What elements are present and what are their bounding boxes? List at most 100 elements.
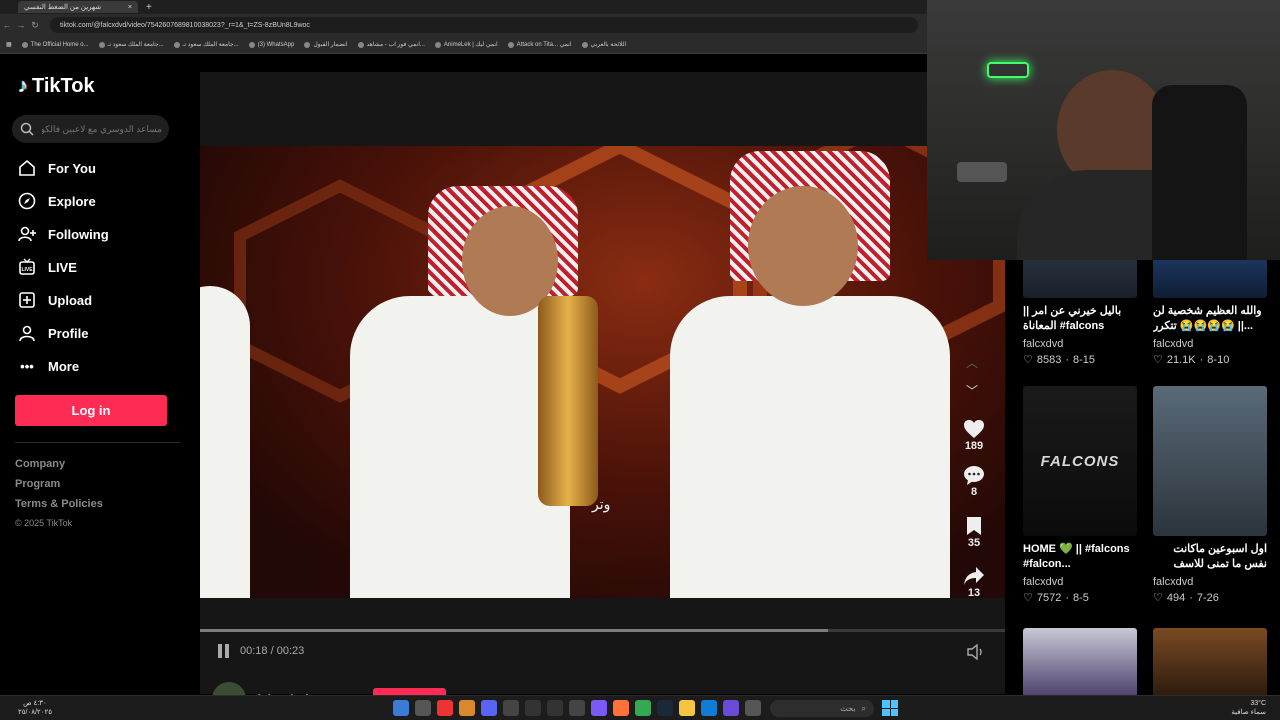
bookmark-favicon-icon	[304, 41, 311, 48]
search-icon: ⌕	[861, 703, 866, 713]
video-frame[interactable]: وتر	[200, 146, 1005, 598]
clock[interactable]: ٤:٣٠ ص ٢٥/٠٨/٢٠٢٥	[18, 699, 52, 717]
url-text: tiktok.com/@falcxdvd/video/7542607689810…	[60, 21, 310, 29]
edge-icon[interactable]	[701, 700, 717, 716]
app-icon[interactable]	[723, 700, 739, 716]
footer-link-terms[interactable]: Terms & Policies	[15, 498, 103, 510]
bookmark-item[interactable]: (3) WhatsApp	[248, 41, 295, 48]
reload-icon[interactable]: ↻	[28, 20, 42, 31]
nav-for-you[interactable]: For You	[18, 159, 96, 177]
bookmark-item[interactable]: جامعة الملك سعود تـ...	[98, 41, 164, 48]
app-icon[interactable]	[459, 700, 475, 716]
video-user[interactable]: falcxdvd	[1153, 338, 1267, 350]
video-date: 7-26	[1196, 591, 1219, 604]
svg-text:LIVE: LIVE	[21, 267, 33, 273]
pause-icon[interactable]	[216, 644, 230, 658]
video-user[interactable]: falcxdvd	[1023, 338, 1137, 350]
bookmark-label: (3) WhatsApp	[257, 41, 295, 48]
chevron-up-icon[interactable]: ︿	[966, 354, 978, 371]
windows-start-icon[interactable]	[882, 700, 898, 716]
nav-upload[interactable]: Upload	[18, 291, 92, 309]
progress-bar[interactable]	[200, 629, 1005, 632]
app-icon[interactable]	[591, 700, 607, 716]
apps-grid-icon[interactable]: ▦	[6, 41, 12, 48]
video-thumbnail[interactable]	[1153, 628, 1267, 698]
video-thumbnail[interactable]	[1023, 628, 1137, 698]
nav-profile[interactable]: Profile	[18, 324, 88, 342]
weather-widget[interactable]: 33°C سماء صافية	[1231, 699, 1266, 717]
bookmark-item[interactable]: Attack on Tita... انمي	[507, 41, 572, 48]
url-field[interactable]: tiktok.com/@falcxdvd/video/7542607689810…	[50, 17, 918, 33]
app-icon[interactable]	[525, 700, 541, 716]
chevron-down-icon[interactable]: ﹀	[966, 382, 978, 399]
video-card[interactable]: اول اسبوعين ماكانت نفس ما تمنى للاسف يار…	[1153, 386, 1267, 604]
video-user[interactable]: falcxdvd	[1153, 576, 1267, 588]
copilot-icon[interactable]	[393, 700, 409, 716]
address-bar: ← → ↻ tiktok.com/@falcxdvd/video/7542607…	[0, 14, 928, 36]
firefox-icon[interactable]	[613, 700, 629, 716]
save-button[interactable]: 35	[960, 515, 988, 549]
nav-live[interactable]: LIVE LIVE	[18, 258, 77, 276]
app-icon[interactable]	[503, 700, 519, 716]
video-card[interactable]	[1023, 628, 1137, 698]
back-icon[interactable]: ←	[0, 20, 14, 30]
bookmark-item[interactable]: انضمار القبول	[304, 41, 348, 48]
nav-following[interactable]: Following	[18, 225, 109, 243]
app-icon[interactable]	[547, 700, 563, 716]
share-button[interactable]: 13	[960, 565, 988, 599]
taskbar-search[interactable]: بحث ⌕	[770, 700, 874, 717]
folder-icon[interactable]	[679, 700, 695, 716]
comment-button[interactable]: 8	[960, 464, 988, 498]
share-count: 13	[967, 587, 981, 599]
face-right	[748, 186, 858, 306]
new-tab-icon[interactable]: +	[146, 2, 152, 13]
sidebar-divider	[15, 442, 180, 443]
video-card[interactable]	[1153, 628, 1267, 698]
video-title: والله العظيم شخصية لن تتكرر 😭😭😭😭 ||...	[1153, 305, 1262, 332]
stream-deck	[957, 162, 1007, 182]
browser-tab[interactable]: شهرين من الضغط النفسي ×	[18, 1, 138, 13]
video-date: 8-5	[1073, 591, 1089, 604]
heart-outline-icon: ♡	[1023, 592, 1033, 604]
bookmark-favicon-icon	[248, 41, 255, 48]
video-meta: ♡ 8583 · 8-15	[1023, 353, 1137, 367]
app-icon[interactable]	[415, 700, 431, 716]
footer-link-program[interactable]: Program	[15, 478, 60, 490]
bookmark-item[interactable]: جامعة الملك سعود تـ...	[173, 41, 239, 48]
video-card[interactable]: || باليل خيرني عن امر المعاناة #falcons …	[1023, 252, 1137, 366]
tiktok-logo[interactable]: ♪ TikTok	[18, 75, 95, 98]
video-thumbnail[interactable]: FALCONS	[1023, 386, 1137, 536]
person-left-edge	[200, 286, 250, 598]
bookmark-item[interactable]: اللائحة بالعربي	[581, 41, 626, 48]
footer-link-company[interactable]: Company	[15, 458, 65, 470]
like-button[interactable]: 189	[960, 418, 988, 452]
search-input[interactable]	[42, 124, 162, 134]
bookmark-favicon-icon	[581, 41, 588, 48]
video-card[interactable]: FALCONS HOME 💚 || #falcons #falcon... fa…	[1023, 386, 1137, 604]
bookmarks-bar: ▦ The Official Home o... جامعة الملك سعود…	[0, 36, 928, 54]
bookmark-item[interactable]: The Official Home o...	[21, 41, 89, 48]
app-icon[interactable]	[569, 700, 585, 716]
weather-temp: 33°C	[1250, 700, 1266, 707]
more-icon: •••	[20, 358, 34, 374]
video-thumbnail[interactable]	[1153, 386, 1267, 536]
bookmark-item[interactable]: AnimeLek | انمي ليك	[434, 41, 498, 48]
nav-explore[interactable]: Explore	[18, 192, 96, 210]
steam-icon[interactable]	[657, 700, 673, 716]
volume-icon[interactable]	[967, 643, 985, 665]
nav-more[interactable]: ••• More	[18, 357, 79, 375]
login-button[interactable]: Log in	[15, 395, 167, 426]
tab-close-icon[interactable]: ×	[128, 4, 132, 11]
video-user[interactable]: falcxdvd	[1023, 576, 1137, 588]
nav-label: For You	[48, 160, 96, 176]
chrome-icon[interactable]	[635, 700, 651, 716]
video-card[interactable]: والله العظيم شخصية لن تتكرر 😭😭😭😭 ||... f…	[1153, 252, 1267, 366]
app-icon[interactable]	[437, 700, 453, 716]
app-icon[interactable]	[745, 700, 761, 716]
trophy	[538, 296, 598, 506]
search-box[interactable]	[12, 115, 169, 143]
discord-icon[interactable]	[481, 700, 497, 716]
forward-icon[interactable]: →	[14, 20, 28, 30]
bookmark-item[interactable]: انمي فور اب - مشاهد...	[357, 41, 425, 48]
windows-taskbar: ٤:٣٠ ص ٢٥/٠٨/٢٠٢٥ بحث ⌕ 33°C سماء صافية	[0, 695, 1280, 720]
